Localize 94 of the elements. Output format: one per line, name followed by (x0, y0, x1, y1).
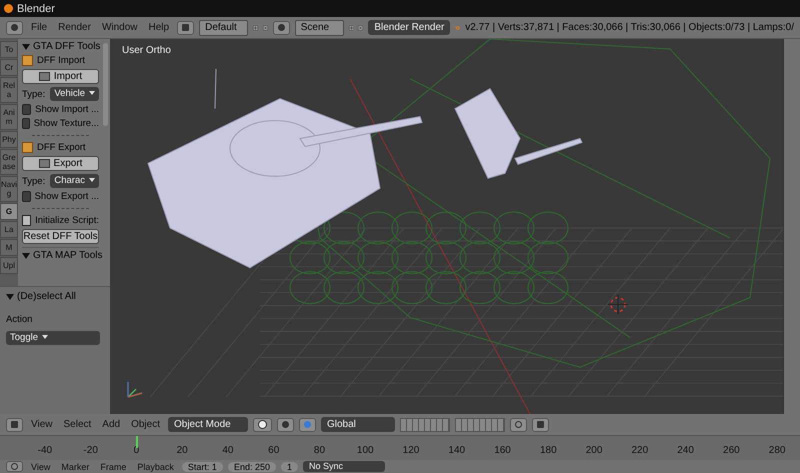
frame-label: -40 (36, 445, 54, 456)
action-button[interactable]: Import (22, 69, 99, 84)
scene-stats: v2.77 | Verts:37,871 | Faces:30,066 | Tris:30,066 | Objects:0/73 | Lamps:0/ (465, 22, 794, 33)
checkbox[interactable] (22, 104, 32, 115)
frame-label: 40 (221, 445, 234, 456)
window-title: Blender (17, 2, 55, 14)
tool-tab[interactable]: G (0, 203, 18, 220)
frame-label: 100 (356, 445, 375, 456)
tool-tab[interactable]: Phy (0, 131, 18, 148)
current-frame-field[interactable]: 1 (280, 462, 298, 472)
menu-item[interactable]: Playback (134, 462, 177, 472)
tool-tab[interactable]: Cr (0, 59, 18, 76)
type-label: Type: (22, 176, 46, 186)
menu-item[interactable]: Window (98, 22, 141, 33)
render-engine-dropdown[interactable]: Blender Render (368, 20, 450, 35)
menu-item[interactable]: Add (99, 419, 124, 430)
cube-icon (22, 142, 33, 153)
menu-item[interactable]: Object (128, 419, 163, 430)
script-icon (22, 215, 32, 226)
frame-label: 140 (447, 445, 466, 456)
layout-field[interactable]: Default (199, 20, 248, 36)
3d-cursor-icon (608, 294, 628, 316)
checkbox[interactable] (22, 118, 30, 129)
app-logo-icon (4, 4, 13, 13)
frame-label: 20 (176, 445, 189, 456)
editor-type-button[interactable] (6, 20, 23, 34)
frame-label: 280 (768, 445, 786, 456)
pivot-button[interactable] (277, 418, 294, 432)
frame-label: 260 (722, 445, 741, 456)
menu-item[interactable]: View (28, 419, 56, 430)
shading-button[interactable] (253, 418, 272, 432)
frame-label: 60 (267, 445, 280, 456)
tool-tab[interactable]: To (0, 41, 18, 58)
frame-label: 120 (402, 445, 420, 456)
scrollbar[interactable] (103, 43, 108, 126)
frame-label: 220 (630, 445, 650, 456)
menu-item[interactable]: Frame (97, 462, 130, 472)
frame-label: -20 (82, 445, 99, 456)
type-dropdown[interactable]: Charac (50, 174, 99, 188)
start-frame-field[interactable]: Start: 1 (182, 462, 223, 472)
frame-label: 180 (538, 445, 558, 456)
editor-type-button[interactable] (6, 461, 23, 472)
scene-field[interactable]: Scene (294, 20, 344, 36)
playhead-marker[interactable] (136, 436, 138, 448)
axis-gizmo-icon (127, 381, 143, 398)
cube-icon (22, 55, 33, 66)
expand-icon[interactable] (22, 252, 30, 258)
menu-item[interactable]: View (28, 462, 54, 472)
menu-item[interactable]: Render (55, 22, 94, 33)
layout-icon-button[interactable] (177, 20, 194, 34)
tool-tab[interactable]: La (0, 221, 18, 238)
scene-icon-button[interactable] (272, 20, 290, 34)
type-label: Type: (22, 88, 46, 100)
snap-button[interactable] (510, 418, 527, 432)
tool-tab[interactable]: M (0, 239, 18, 256)
section-heading: DFF Import (37, 55, 86, 66)
panel-title: (De)select All (17, 291, 76, 302)
view-label: User Ortho (122, 45, 171, 56)
checkbox-label: Show Export ... (34, 191, 99, 202)
render-button[interactable] (532, 418, 549, 432)
section-heading: DFF Export (37, 142, 86, 153)
checkbox-label: Show Texture... (34, 118, 99, 129)
frame-label: 160 (493, 445, 512, 456)
tool-tab[interactable]: Navig (0, 176, 18, 202)
tool-tab[interactable]: Rela (0, 77, 18, 103)
menu-item[interactable]: Marker (58, 462, 92, 472)
orientation-dropdown[interactable]: Global (321, 417, 395, 432)
manipulator-button[interactable] (299, 418, 316, 432)
tool-tab[interactable]: Grease (0, 149, 18, 175)
init-label: Initialize Script: (35, 215, 99, 226)
menu-item[interactable]: Select (60, 419, 94, 430)
frame-label: 240 (676, 445, 695, 456)
layer-grid[interactable] (455, 418, 505, 432)
type-dropdown[interactable]: Vehicle (50, 87, 99, 101)
frame-label: 200 (584, 445, 604, 456)
menu-item[interactable]: Help (146, 22, 172, 33)
panel-title: GTA DFF Tools (33, 41, 100, 52)
action-button[interactable]: Export (22, 156, 99, 171)
sync-dropdown[interactable]: No Sync (302, 461, 385, 472)
field-label: Action (6, 314, 34, 325)
menu-item[interactable]: File (28, 22, 50, 33)
panel-title: GTA MAP Tools (33, 250, 102, 261)
tool-tab[interactable]: Upl (0, 257, 18, 274)
frame-label: 80 (312, 445, 326, 456)
editor-type-button[interactable] (6, 418, 23, 432)
layer-grid[interactable] (400, 418, 450, 432)
action-dropdown[interactable]: Toggle (6, 331, 100, 345)
checkbox-label: Show Import ... (35, 104, 99, 115)
tool-tab[interactable]: Anim (0, 104, 18, 130)
mode-dropdown[interactable]: Object Mode (168, 417, 248, 432)
end-frame-field[interactable]: End: 250 (228, 462, 276, 472)
checkbox[interactable] (22, 191, 31, 202)
expand-icon[interactable] (6, 294, 14, 300)
reset-button[interactable]: Reset DFF Tools (22, 229, 99, 244)
